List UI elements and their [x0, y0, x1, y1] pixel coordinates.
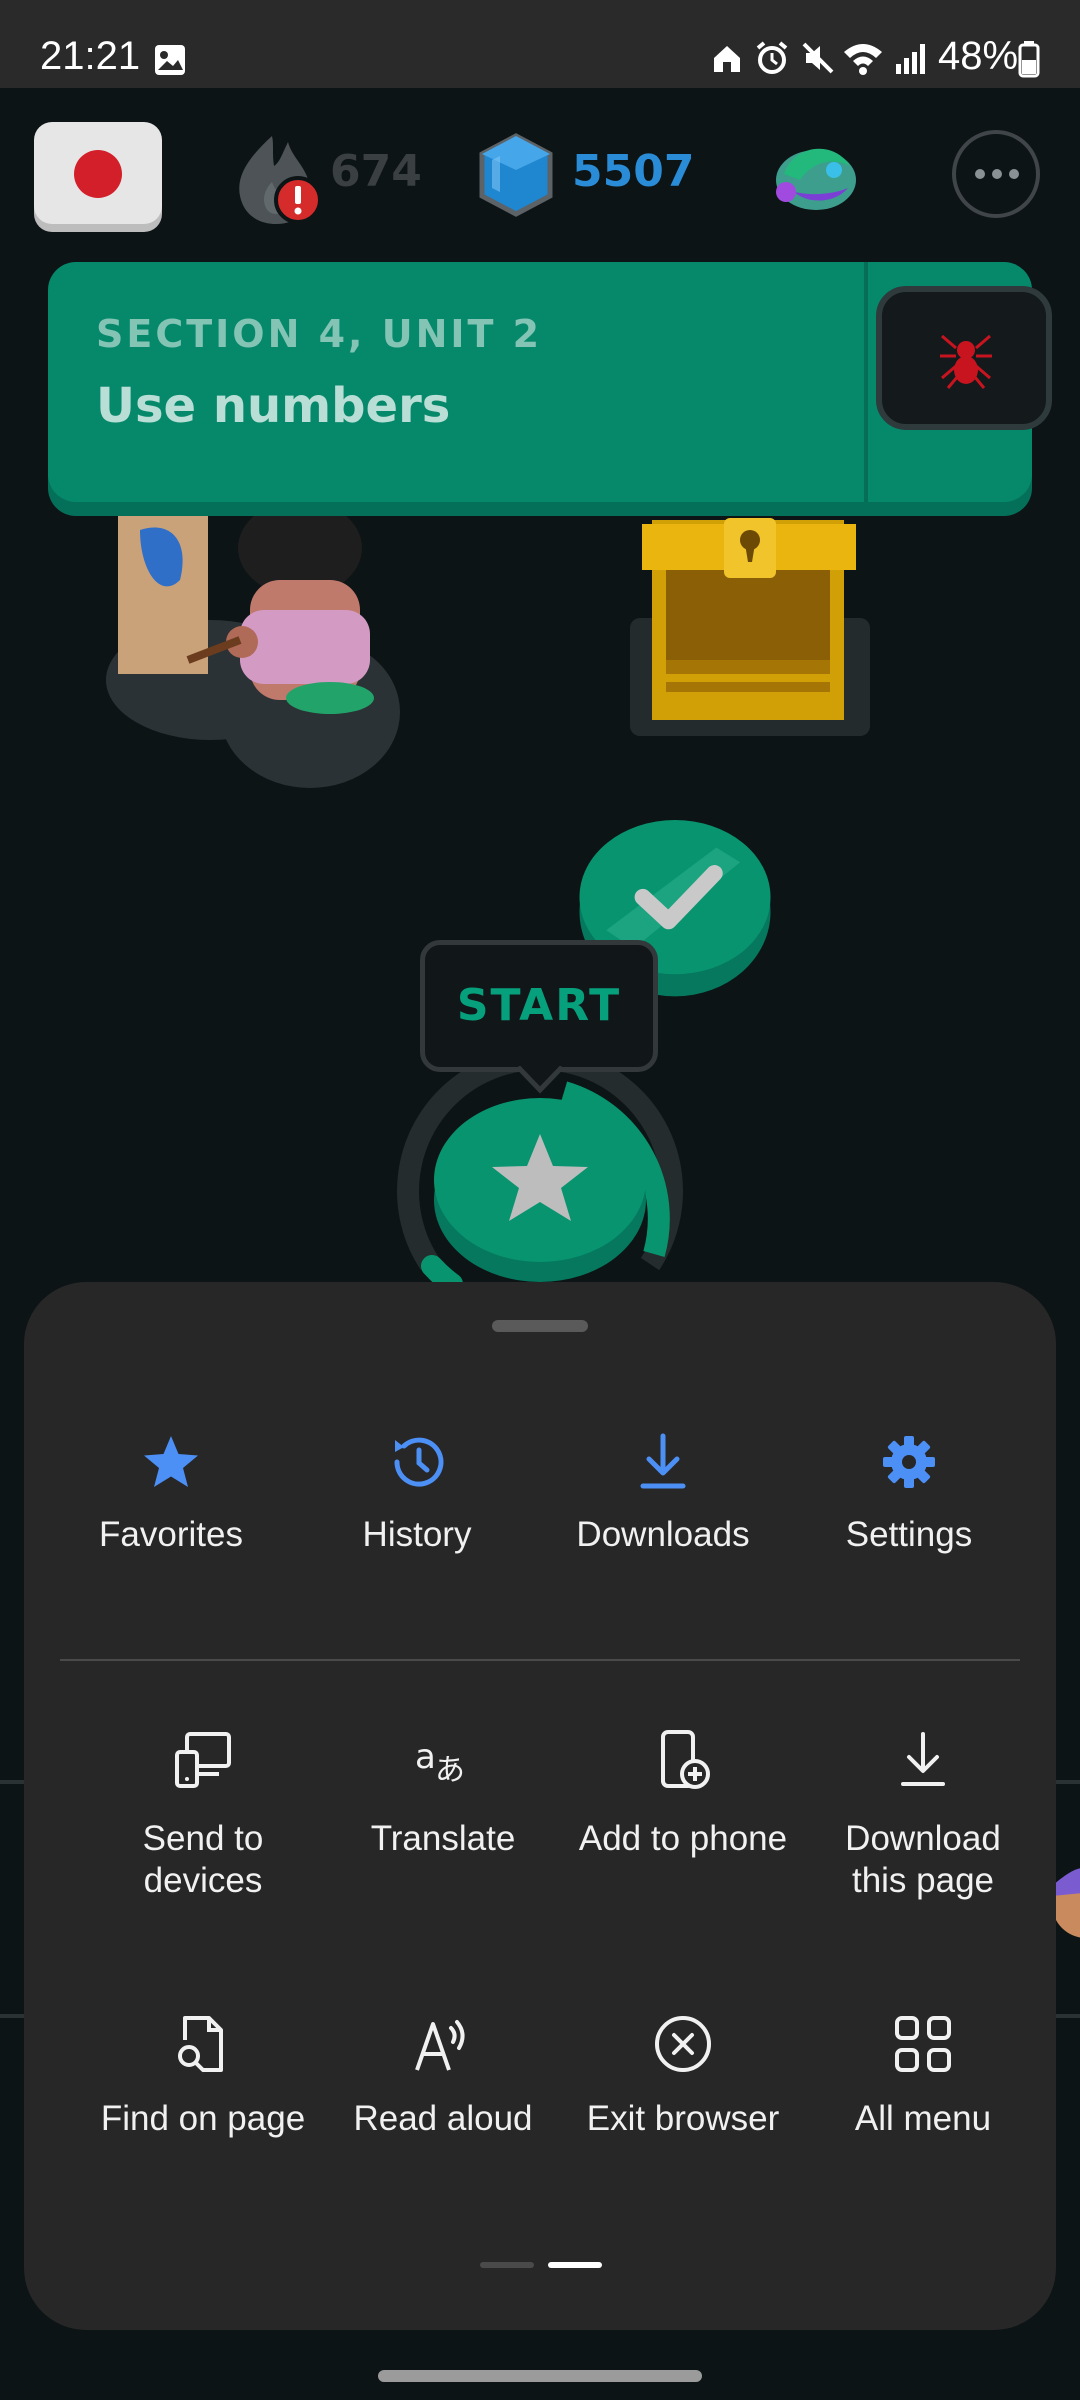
guidebook-button[interactable] [876, 286, 1052, 430]
signal-icon [896, 44, 925, 74]
gallery-icon [155, 45, 185, 75]
gem-count: 5507 [572, 146, 695, 197]
browser-menu-sheet: Favorites History Downloads Settings Sen… [24, 1282, 1056, 2330]
unit-title: Use numbers [96, 378, 451, 434]
unit-section-label: SECTION 4, UNIT 2 [96, 312, 543, 356]
language-flag-button[interactable] [34, 122, 162, 224]
background-avatar-peek [1052, 1868, 1080, 1938]
status-time: 21:21 [40, 34, 141, 78]
ellipsis-icon [975, 169, 1019, 179]
read-aloud-button[interactable]: Read aloud [320, 2014, 566, 2154]
more-options-button[interactable] [952, 130, 1040, 218]
spider-icon [940, 334, 992, 389]
favorites-label: Favorites [99, 1515, 243, 1554]
streak-count: 674 [330, 146, 422, 197]
download-this-page-button[interactable]: Download this page [800, 1730, 1046, 1920]
star-icon [144, 1436, 198, 1487]
send-to-devices-icon [175, 1732, 231, 1788]
read-aloud-icon [415, 2020, 465, 2071]
character-painting-illustration [106, 500, 400, 788]
page-indicator-dot-2[interactable] [548, 2262, 602, 2268]
all-menu-button[interactable]: All menu [800, 2014, 1046, 2154]
grid-icon [895, 2016, 951, 2072]
wifi-icon [844, 44, 882, 75]
download-icon [640, 1433, 686, 1489]
exit-browser-label: Exit browser [586, 2099, 780, 2138]
treasure-chest-icon[interactable] [628, 500, 872, 740]
translate-button[interactable]: a あ Translate [320, 1730, 566, 1920]
settings-label: Settings [845, 1515, 973, 1554]
history-label: History [362, 1515, 472, 1554]
battery-icon [1018, 41, 1040, 78]
svg-text:あ: あ [435, 1753, 465, 1788]
add-to-phone-icon [661, 1730, 710, 1789]
settings-button[interactable]: Settings [786, 1432, 1032, 1572]
history-icon [394, 1437, 444, 1487]
all-menu-label: All menu [854, 2099, 992, 2138]
find-on-page-label: Find on page [100, 2099, 306, 2138]
add-to-phone-button[interactable]: Add to phone [560, 1730, 806, 1920]
downloads-label: Downloads [576, 1515, 750, 1554]
page-indicator [480, 2262, 620, 2268]
japan-flag-icon [74, 150, 122, 198]
sheet-drag-handle[interactable] [492, 1320, 588, 1332]
exit-icon [655, 2016, 711, 2072]
download-page-icon [901, 1732, 945, 1786]
translate-label: Translate [370, 1819, 516, 1858]
send-to-devices-button[interactable]: Send to devices [80, 1730, 326, 1920]
read-aloud-label: Read aloud [353, 2099, 533, 2138]
exit-browser-button[interactable]: Exit browser [560, 2014, 806, 2154]
add-to-phone-label: Add to phone [578, 1819, 788, 1858]
page-indicator-dot-1[interactable] [480, 2262, 534, 2268]
svg-text:a: a [415, 1737, 436, 1777]
downloads-button[interactable]: Downloads [540, 1432, 786, 1572]
banner-divider [864, 262, 868, 502]
translate-icon: a あ [415, 1737, 465, 1788]
menu-divider [60, 1659, 1020, 1661]
mute-icon [802, 42, 834, 74]
find-on-page-icon [178, 2016, 223, 2072]
history-button[interactable]: History [294, 1432, 540, 1572]
alarm-icon [756, 41, 788, 74]
send-to-devices-label: Send to devices [142, 1819, 264, 1900]
start-tooltip-pointer [518, 1066, 562, 1094]
start-lesson-node[interactable] [432, 1092, 648, 1282]
start-label: START [456, 980, 622, 1031]
streak-flame-icon[interactable] [228, 128, 324, 228]
download-this-page-label: Download this page [845, 1819, 1001, 1900]
find-on-page-button[interactable]: Find on page [80, 2014, 326, 2154]
gem-icon[interactable] [478, 132, 554, 218]
gear-icon [883, 1436, 935, 1488]
home-icon [714, 46, 740, 72]
gesture-nav-bar[interactable] [378, 2370, 702, 2382]
favorites-button[interactable]: Favorites [48, 1432, 294, 1572]
battery-percentage: 48% [938, 34, 1019, 78]
super-badge-icon[interactable] [764, 130, 870, 220]
start-tooltip[interactable]: START [420, 940, 658, 1072]
